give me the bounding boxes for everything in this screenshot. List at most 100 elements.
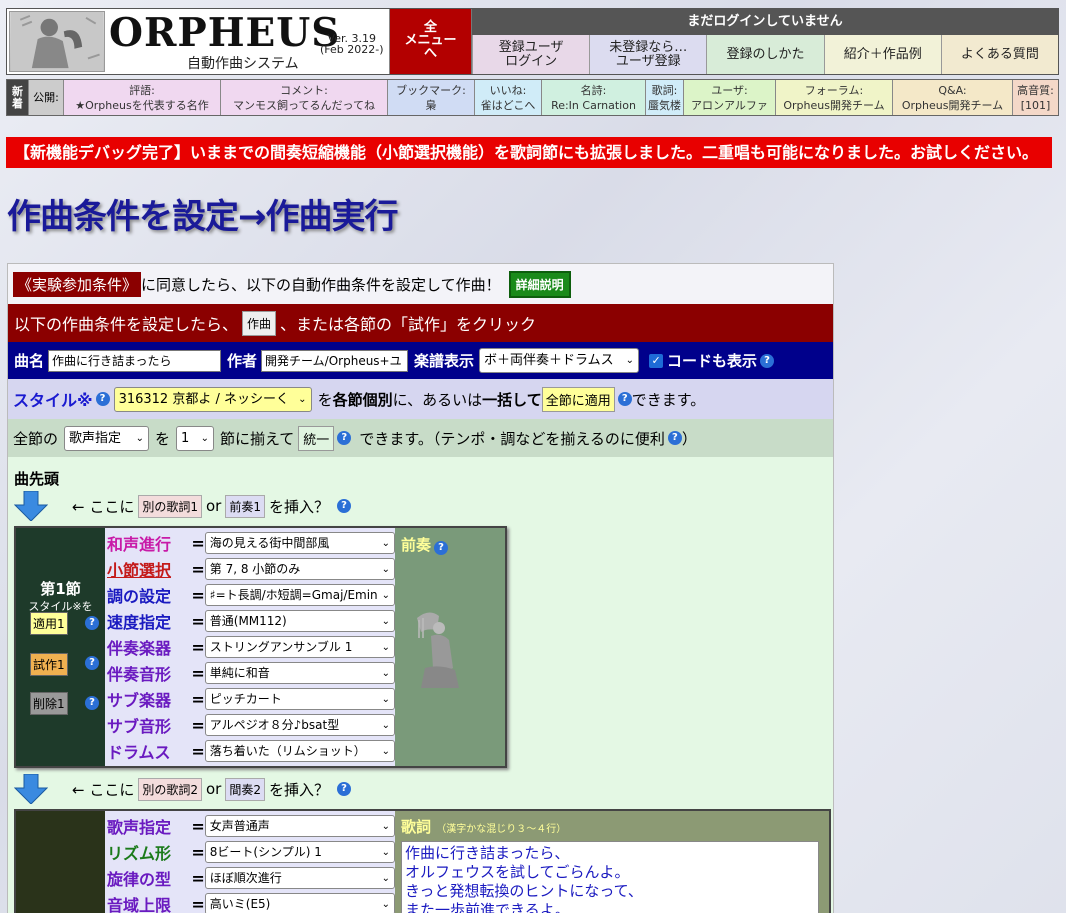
accomp-instrument-select[interactable]: ストリングアンサンブル 1 ⌄: [204, 636, 395, 658]
unify-button[interactable]: 統一: [298, 425, 335, 451]
news-item-comment[interactable]: コメント: マンモス飼ってるんだってね: [221, 80, 388, 115]
field-equals: =: [191, 663, 205, 683]
news-item-qa[interactable]: Q&A: Orpheus開発チーム: [893, 80, 1013, 115]
help-icon[interactable]: ?: [434, 541, 449, 555]
help-icon[interactable]: ?: [95, 392, 110, 406]
sub-instrument-select[interactable]: ピッチカート ⌄: [204, 688, 395, 710]
news-item-value: アロンアルファ: [691, 98, 768, 112]
nav-register[interactable]: 未登録なら… ユーザ登録: [589, 35, 707, 74]
logo[interactable]: ORPHEUS 自動作曲システム Ver. 3.19 (Feb 2022-): [7, 9, 390, 74]
help-icon[interactable]: ?: [85, 656, 99, 670]
chevron-down-icon: ⌄: [381, 719, 390, 731]
help-icon[interactable]: ?: [85, 616, 99, 630]
field-label: サブ楽器: [107, 691, 172, 710]
unify-field-select[interactable]: 歌声指定 ⌄: [64, 425, 150, 451]
harmony-select[interactable]: 海の見える街中間部風 ⌄: [204, 532, 395, 554]
help-icon[interactable]: ?: [760, 353, 775, 368]
help-icon[interactable]: ?: [337, 499, 351, 513]
style-label: スタイル※: [13, 391, 93, 410]
field-label: 調の設定: [107, 587, 172, 606]
insert-text-pre: ← ここに: [72, 780, 135, 799]
help-icon[interactable]: ?: [617, 392, 632, 406]
help-icon[interactable]: ?: [85, 696, 99, 710]
announcement-banner[interactable]: 【新機能デバッグ完了】いままでの間奏短縮機能（小節選択機能）を歌詞節にも拡張しま…: [6, 137, 1052, 168]
nav-intro-works[interactable]: 紹介＋作品例: [823, 35, 941, 74]
field-label: ドラムス: [107, 743, 171, 762]
news-item-forum[interactable]: フォーラム: Orpheus開発チーム: [776, 80, 893, 115]
key-select[interactable]: ♯=ト長調/ホ短調=Gmaj/Emin ⌄: [204, 584, 395, 606]
field-value: 女声普通声: [209, 818, 270, 833]
unify-text-pre: 全節の: [13, 429, 59, 448]
field-label: 小節選択: [107, 561, 172, 580]
try-compose-button[interactable]: 試作1: [30, 653, 68, 676]
field-row-accomp-pattern: 伴奏音形 = 単純に和音 ⌄: [105, 660, 395, 686]
insert-lyric-button[interactable]: 別の歌詞1: [138, 494, 202, 518]
help-icon[interactable]: ?: [667, 431, 682, 445]
detail-button[interactable]: 詳細説明: [508, 270, 571, 298]
news-item-heading: 評語:: [129, 83, 155, 97]
drums-select[interactable]: 落ち着いた（リムショット） ⌄: [204, 740, 395, 762]
help-icon[interactable]: ?: [337, 782, 351, 796]
apply-style-button[interactable]: 適用1: [30, 612, 68, 635]
site-header: ORPHEUS 自動作曲システム Ver. 3.19 (Feb 2022-) 全…: [6, 8, 1059, 75]
field-label: リズム形: [107, 844, 172, 863]
nav-how-to-register[interactable]: 登録のしかた: [706, 35, 824, 74]
field-label: 音域上限: [107, 896, 172, 913]
experiment-terms-link[interactable]: 《実験参加条件》: [13, 271, 142, 297]
insert-lyric-button[interactable]: 別の歌詞2: [138, 777, 202, 801]
field-equals: =: [191, 868, 205, 888]
news-item-user[interactable]: ユーザ: アロンアルファ: [684, 80, 776, 115]
insert-interlude-button[interactable]: 間奏2: [225, 777, 265, 801]
section-2-fields: 歌声指定 = 女声普通声 ⌄ リズム形 = 8ビート(シンプル) 1 ⌄ 旋律の型 = ほぼ順次…: [105, 811, 395, 913]
news-item-poem[interactable]: 名詩: Re:In Carnation: [542, 80, 646, 115]
chevron-down-icon: ⌄: [381, 846, 390, 858]
field-equals: =: [191, 894, 205, 913]
help-icon[interactable]: ?: [337, 431, 352, 445]
range-top-select[interactable]: 高いミ(E5) ⌄: [204, 893, 395, 913]
chevron-down-icon: ⌄: [381, 615, 390, 627]
delete-section-button[interactable]: 削除1: [30, 692, 68, 715]
news-item-value: Re:In Carnation: [551, 98, 636, 112]
news-item-lyric[interactable]: 歌詞: 蜃気楼: [646, 80, 684, 115]
news-item-like[interactable]: いいね: 雀はどこへ: [475, 80, 542, 115]
author-input[interactable]: 開発チーム/Orpheus+ユ: [261, 349, 409, 372]
accomp-pattern-select[interactable]: 単純に和音 ⌄: [204, 662, 395, 684]
field-value: ピッチカート: [209, 691, 282, 706]
news-item-review[interactable]: 評語: ★Orpheusを代表する名作: [64, 80, 221, 115]
apply-all-button[interactable]: 全節に適用: [541, 386, 615, 412]
chord-display-checkbox[interactable]: ✓: [649, 353, 664, 368]
measure-select[interactable]: 第 7, 8 小節のみ ⌄: [204, 558, 395, 580]
news-item-high-quality[interactable]: 高音質: [101]: [1013, 80, 1058, 115]
news-tag: 新 着: [7, 80, 29, 115]
compose-button[interactable]: 作曲: [242, 310, 277, 336]
song-title-input[interactable]: 作曲に行き詰まったら: [48, 349, 222, 372]
field-row-measure: 小節選択 = 第 7, 8 小節のみ ⌄: [105, 556, 395, 582]
unify-row: 全節の 歌声指定 ⌄ を 1 ⌄ 節に揃えて 統一 ? できます。（テンポ・調などを…: [8, 419, 833, 457]
news-item-heading: コメント:: [280, 83, 328, 97]
insert-prelude-button[interactable]: 前奏1: [225, 494, 265, 518]
rhythm-select[interactable]: 8ビート(シンプル) 1 ⌄: [204, 841, 395, 863]
nav-faq[interactable]: よくある質問: [940, 35, 1059, 74]
song-start-label: 曲先頭: [14, 470, 60, 488]
chevron-down-icon: ⌄: [381, 667, 390, 679]
lyrics-textarea[interactable]: 作曲に行き詰まったら、 オルフェウスを試してごらんよ。 きっと発想転換のヒントに…: [401, 841, 819, 913]
chevron-down-icon: ⌄: [135, 432, 145, 444]
score-display-select[interactable]: ボ＋両伴奏＋ドラムス ⌄: [479, 348, 640, 373]
field-label: サブ音形: [107, 717, 172, 736]
sub-pattern-select[interactable]: アルペジオ８分♪bsat型 ⌄: [204, 714, 395, 736]
unify-section-select[interactable]: 1 ⌄: [176, 425, 215, 451]
tempo-select[interactable]: 普通(MM112) ⌄: [204, 610, 395, 632]
nav-login[interactable]: 登録ユーザ ログイン: [472, 35, 590, 74]
song-info-row: 曲名 作曲に行き詰まったら 作者 開発チーム/Orpheus+ユ 楽譜表示 ボ＋…: [8, 342, 833, 379]
orpheus-statue-logo-icon: [9, 11, 105, 72]
composition-panel: 《実験参加条件》 に同意したら、以下の自動作曲条件を設定して作曲！ 詳細説明 以…: [7, 263, 834, 913]
chevron-down-icon: ⌄: [381, 537, 390, 549]
melody-type-select[interactable]: ほぼ順次進行 ⌄: [204, 867, 395, 889]
style-text-2: に、あるいは: [392, 390, 483, 409]
style-select[interactable]: 316312 京都よ / ネッシーく ⌄: [113, 386, 312, 412]
news-item-bookmark[interactable]: ブックマーク: 梟: [388, 80, 475, 115]
field-equals: =: [191, 637, 205, 657]
voice-select[interactable]: 女声普通声 ⌄: [204, 815, 395, 837]
all-menu-button[interactable]: 全 メニュー へ: [390, 9, 472, 74]
section-1: 第1節 スタイル※を 適用1 ? 試作1 ? 削除1 ? 和声進行 = 海の見える街…: [14, 526, 507, 768]
